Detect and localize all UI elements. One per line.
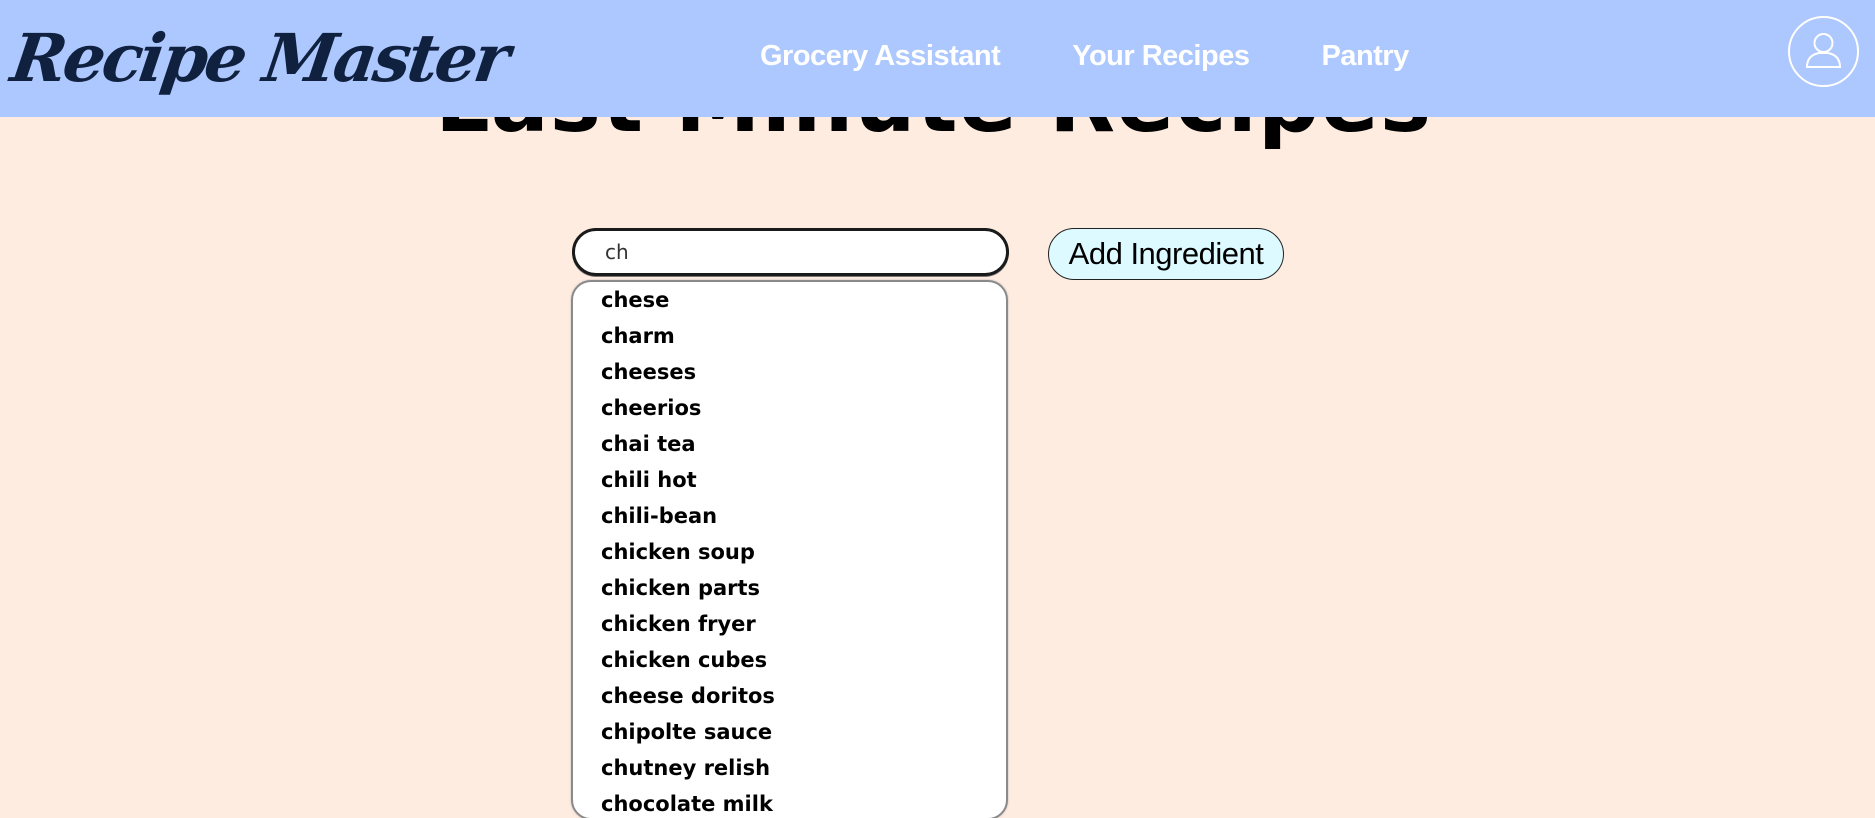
- user-icon: [1805, 33, 1842, 68]
- autocomplete-dropdown: chese charm cheeses cheerios chai tea ch…: [571, 280, 1008, 818]
- suggestion-item[interactable]: chili hot: [601, 462, 775, 498]
- suggestion-item[interactable]: charm: [601, 318, 775, 354]
- ingredient-search-input[interactable]: [572, 228, 1009, 276]
- nav-pantry[interactable]: Pantry: [1321, 38, 1409, 74]
- top-nav-bar: Recipe Master Grocery Assistant Your Rec…: [0, 0, 1875, 117]
- suggestion-item[interactable]: chili-bean: [601, 498, 775, 534]
- profile-button[interactable]: [1788, 16, 1859, 87]
- suggestion-item[interactable]: cheerios: [601, 390, 775, 426]
- suggestion-item[interactable]: chese: [601, 282, 775, 318]
- main-nav: Grocery Assistant Your Recipes Pantry: [760, 38, 1409, 74]
- nav-your-recipes[interactable]: Your Recipes: [1072, 38, 1250, 74]
- nav-grocery-assistant[interactable]: Grocery Assistant: [760, 38, 1001, 74]
- suggestion-item[interactable]: chicken cubes: [601, 642, 775, 678]
- suggestion-item[interactable]: chipolte sauce: [601, 714, 775, 750]
- suggestion-item[interactable]: chocolate milk: [601, 786, 775, 818]
- suggestion-item[interactable]: cheeses: [601, 354, 775, 390]
- logo[interactable]: Recipe Master: [5, 10, 513, 106]
- suggestion-item[interactable]: chicken soup: [601, 534, 775, 570]
- page: Last Minute Recipes Recipe Master Grocer…: [0, 0, 1875, 818]
- add-ingredient-button[interactable]: Add Ingredient: [1048, 228, 1284, 280]
- suggestion-item[interactable]: chicken fryer: [601, 606, 775, 642]
- suggestion-item[interactable]: cheese doritos: [601, 678, 775, 714]
- suggestion-item[interactable]: chai tea: [601, 426, 775, 462]
- suggestion-item[interactable]: chutney relish: [601, 750, 775, 786]
- suggestion-list: chese charm cheeses cheerios chai tea ch…: [601, 282, 775, 818]
- suggestion-item[interactable]: chicken parts: [601, 570, 775, 606]
